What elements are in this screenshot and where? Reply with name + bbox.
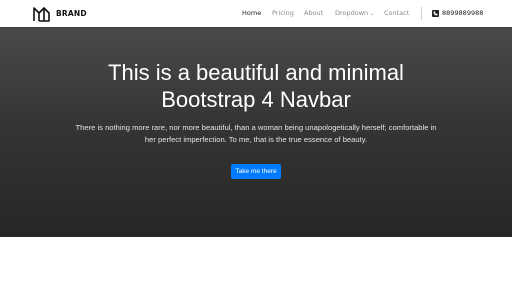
nav-link-home[interactable]: Home [242, 9, 261, 17]
phone-icon [432, 9, 439, 17]
brand-name: BRAND [56, 9, 87, 18]
top-navbar: BRAND Home Pricing About Dropdown ⌄ Conta… [0, 0, 512, 27]
hero-description: There is nothing more rare, nor more bea… [60, 122, 452, 146]
brand-link[interactable]: BRAND [33, 5, 87, 22]
phone-number: 8899889988 [442, 9, 484, 17]
nav-link-about[interactable]: About [304, 9, 323, 17]
chevron-down-icon: ⌄ [370, 11, 375, 17]
hero-title-line-2: Bootstrap 4 Navbar [161, 87, 351, 112]
hero-section: This is a beautiful and minimal Bootstra… [0, 27, 512, 237]
nav-link-contact[interactable]: Contact [384, 9, 409, 17]
take-me-there-button[interactable]: Take me there [231, 164, 281, 179]
brand-logo-icon [33, 6, 50, 22]
nav-link-dropdown[interactable]: Dropdown ⌄ [335, 9, 374, 17]
hero-title-line-1: This is a beautiful and minimal [108, 60, 404, 85]
hero-description-line-1: There is nothing more rare, nor more bea… [75, 123, 437, 132]
hero-title: This is a beautiful and minimal Bootstra… [0, 59, 512, 113]
nav-divider [421, 7, 422, 20]
hero-description-line-2: her perfect imperfection. To me, that is… [144, 135, 368, 144]
nav-link-pricing[interactable]: Pricing [272, 9, 294, 17]
dropdown-label: Dropdown [335, 9, 369, 17]
phone-link[interactable]: 8899889988 [432, 9, 483, 17]
